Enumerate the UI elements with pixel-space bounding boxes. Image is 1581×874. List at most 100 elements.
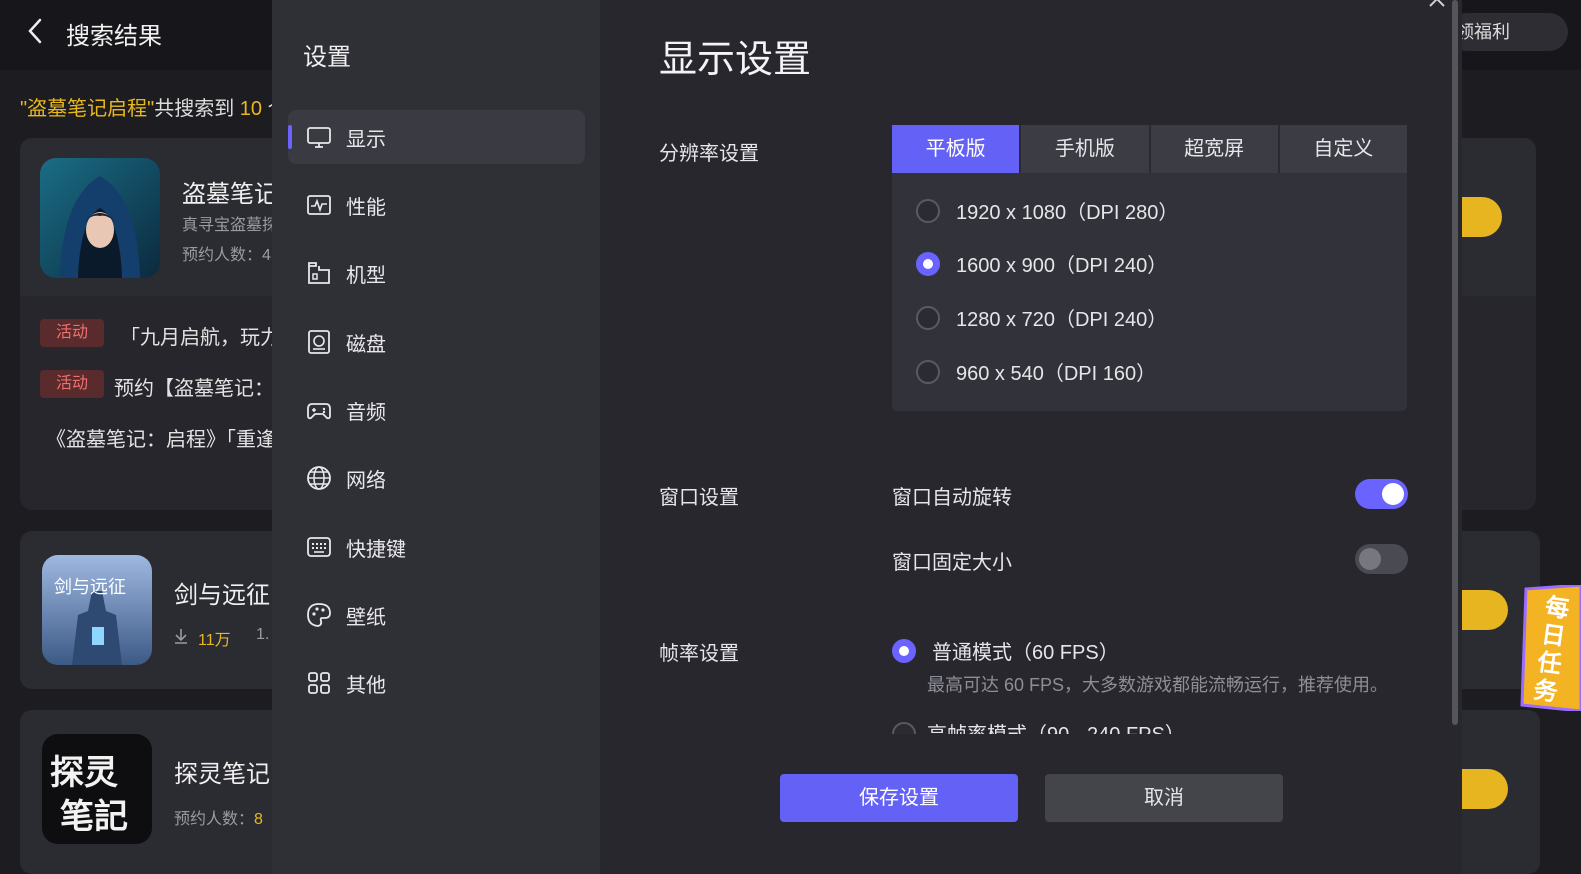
daily-char: 任: [1535, 648, 1564, 679]
svg-text:笔記: 笔記: [60, 797, 128, 837]
reservation-count: 预约人数：4: [182, 247, 271, 264]
fixed-size-toggle[interactable]: [1355, 544, 1408, 574]
welfare-label: 领福利: [1456, 22, 1510, 42]
keyboard-icon: [307, 537, 331, 557]
tab-ultrawide[interactable]: 超宽屏: [1150, 125, 1280, 173]
resolution-label: 分辨率设置: [659, 143, 759, 165]
scrollbar[interactable]: [1452, 0, 1458, 725]
performance-icon: [307, 195, 331, 215]
resolution-option[interactable]: 1280 x 720（DPI 240）: [916, 303, 1167, 332]
reservation-label: 预约人数：: [174, 811, 255, 828]
game-name[interactable]: 盗墓笔记: [182, 174, 278, 209]
nav-item-performance[interactable]: 性能: [288, 178, 585, 232]
resolution-option[interactable]: 1600 x 900（DPI 240）: [916, 249, 1167, 278]
download-count: 11万: [198, 632, 231, 649]
resolution-tabs: 平板版 手机版 超宽屏 自定义: [892, 125, 1407, 173]
welfare-button[interactable]: 领福利: [1448, 13, 1568, 51]
game-name[interactable]: 探灵笔记: [174, 754, 270, 789]
toggle-knob: [1382, 483, 1404, 505]
activity-text[interactable]: 《盗墓笔记：启程》「重逢: [46, 423, 276, 452]
nav-label: 快捷键: [346, 538, 406, 561]
calligraphy-logo-icon: 探灵 笔記: [42, 734, 152, 844]
nav-item-display[interactable]: 显示: [288, 110, 585, 164]
game-size: 1.: [256, 626, 270, 643]
app-window: 搜索结果 领福利 "盗墓笔记启程"共搜索到 10 个 盗墓笔记 真寻宝盗墓探 预…: [0, 0, 1581, 874]
resolution-option-label: 1600 x 900（DPI 240）: [956, 255, 1168, 277]
tab-tablet[interactable]: 平板版: [892, 125, 1022, 173]
window-label: 窗口设置: [659, 487, 739, 509]
cancel-button[interactable]: 取消: [1045, 774, 1283, 822]
activity-tag: 活动: [40, 370, 104, 398]
grid-icon: [308, 672, 330, 694]
resolution-option[interactable]: 960 x 540（DPI 160）: [916, 357, 1156, 386]
back-arrow-icon[interactable]: [22, 16, 48, 46]
tab-custom[interactable]: 自定义: [1279, 125, 1407, 173]
nav-label: 性能: [346, 196, 386, 219]
nav-label: 音频: [346, 401, 386, 424]
radio-button[interactable]: [916, 305, 940, 330]
close-icon[interactable]: [1425, 0, 1449, 12]
radio-button-selected[interactable]: [892, 638, 916, 663]
hooded-figure-icon: [40, 158, 160, 278]
activity-text[interactable]: 预约【盗墓笔记：: [114, 372, 274, 401]
toggle-knob: [1359, 548, 1381, 570]
nav-label: 磁盘: [346, 333, 386, 356]
game-icon[interactable]: 探灵 笔記: [42, 734, 152, 844]
nav-label: 其他: [346, 674, 386, 697]
tab-phone[interactable]: 手机版: [1021, 125, 1151, 173]
activity-tag: 活动: [40, 319, 104, 347]
activity-text[interactable]: 「九月启航，玩力: [120, 321, 280, 350]
device-icon: [308, 262, 330, 284]
panel-title: 显示设置: [659, 39, 812, 81]
nav-item-device[interactable]: 机型: [288, 246, 585, 300]
svg-text:探灵: 探灵: [50, 753, 118, 793]
nav-item-disk[interactable]: 磁盘: [288, 315, 585, 369]
nav-label: 网络: [346, 469, 386, 492]
nav-label: 机型: [346, 264, 386, 287]
radio-button-selected[interactable]: [916, 251, 940, 276]
auto-rotate-label: 窗口自动旋转: [892, 487, 1012, 509]
castle-art-icon: 剑与远征: [42, 555, 152, 665]
page-title: 搜索结果: [66, 23, 162, 50]
daily-char: 日: [1540, 620, 1568, 651]
nav-item-wallpaper[interactable]: 壁纸: [288, 588, 585, 642]
daily-char: 每: [1543, 592, 1571, 623]
result-count: 10: [239, 98, 263, 120]
monitor-icon: [307, 127, 331, 148]
fps-option-high[interactable]: 高帧率模式（90 - 240 FPS）: [892, 722, 1422, 734]
radio-button[interactable]: [892, 722, 916, 734]
palette-icon: [307, 603, 331, 627]
game-icon[interactable]: 剑与远征: [42, 555, 152, 665]
disk-icon: [308, 330, 330, 354]
daily-char: 务: [1532, 676, 1561, 707]
radio-button[interactable]: [916, 359, 940, 384]
game-description: 真寻宝盗墓探: [182, 217, 279, 234]
nav-item-network[interactable]: 网络: [288, 451, 585, 505]
settings-dialog: 设置 显示 性能 机型 磁盘 音频 网络 快捷键 壁纸 其他 显示设置 分辨率设…: [272, 0, 1462, 874]
resolution-panel: 平板版 手机版 超宽屏 自定义 1920 x 1080（DPI 280） 160…: [892, 125, 1407, 411]
nav-label: 显示: [346, 128, 386, 151]
resolution-option-label: 960 x 540（DPI 160）: [956, 363, 1157, 385]
download-icon: [175, 629, 187, 644]
resolution-option-label: 1920 x 1080（DPI 280）: [956, 202, 1179, 224]
svg-text:剑与远征: 剑与远征: [54, 577, 126, 598]
game-name[interactable]: 剑与远征: [174, 575, 270, 610]
summary-text: 共搜索到: [154, 98, 240, 120]
fps-normal-label: 普通模式（60 FPS）: [932, 642, 1119, 664]
search-keyword: 盗墓笔记启程: [27, 98, 148, 120]
auto-rotate-toggle[interactable]: [1355, 479, 1408, 509]
save-button[interactable]: 保存设置: [780, 774, 1018, 822]
fps-normal-note: 最高可达 60 FPS，大多数游戏都能流畅运行，推荐使用。: [927, 675, 1389, 695]
nav-item-audio[interactable]: 音频: [288, 383, 585, 437]
radio-button[interactable]: [916, 198, 940, 223]
fps-option-normal[interactable]: 普通模式（60 FPS）: [892, 636, 1119, 665]
reservation-value: 8: [254, 811, 263, 828]
nav-item-shortcuts[interactable]: 快捷键: [288, 520, 585, 574]
fixed-size-label: 窗口固定大小: [892, 552, 1012, 574]
nav-item-other[interactable]: 其他: [288, 656, 585, 710]
game-icon[interactable]: [40, 158, 160, 278]
resolution-option-label: 1280 x 720（DPI 240）: [956, 309, 1168, 331]
resolution-option[interactable]: 1920 x 1080（DPI 280）: [916, 196, 1178, 225]
search-summary: "盗墓笔记启程"共搜索到 10 个: [20, 92, 288, 121]
daily-task-badge[interactable]: 每日任务: [1518, 585, 1581, 711]
